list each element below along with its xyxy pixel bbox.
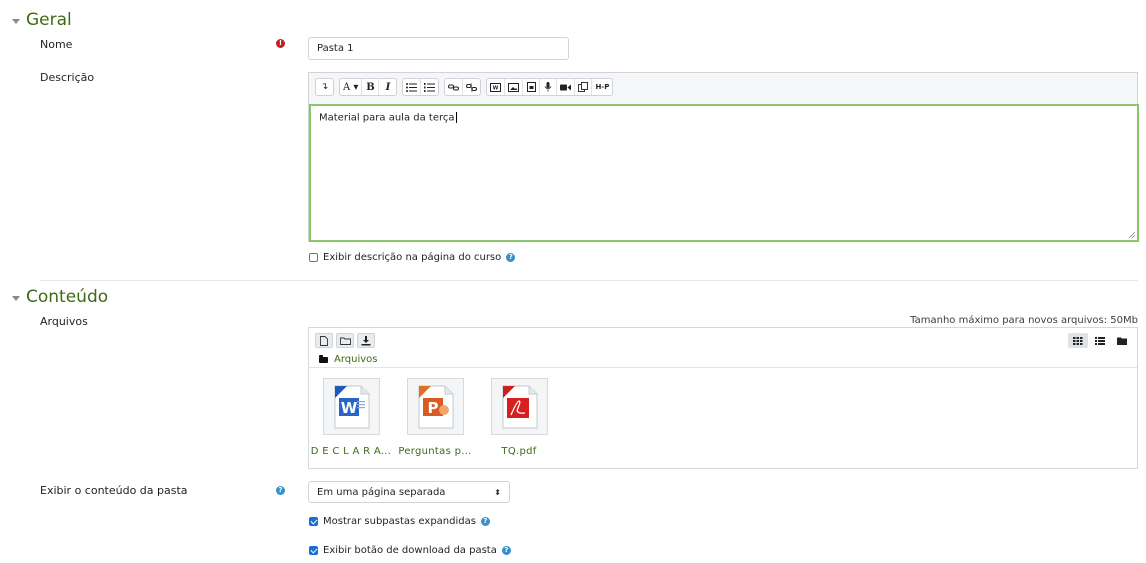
svg-text:W: W	[493, 85, 499, 91]
display-content-label: Exibir o conteúdo da pasta	[40, 484, 188, 497]
list-view-icon	[1095, 336, 1105, 345]
copy-icon[interactable]	[575, 79, 593, 95]
toolbar-group-lists	[402, 78, 440, 96]
grid-view-icon	[1073, 336, 1083, 345]
microphone-icon[interactable]	[540, 79, 558, 95]
download-icon	[361, 335, 371, 345]
video-camera-icon[interactable]	[557, 79, 576, 95]
new-file-icon	[320, 335, 328, 346]
pdf-document-icon	[502, 385, 538, 428]
file-item[interactable]: P Perguntas p...	[393, 378, 477, 457]
folder-icon	[339, 337, 351, 345]
required-icon: !	[276, 39, 285, 48]
description-text: Material para aula da terça	[319, 112, 455, 124]
folder-icon	[319, 354, 328, 363]
file-thumbnail[interactable]	[490, 378, 548, 435]
h5p-icon[interactable]: H-P	[592, 79, 612, 95]
description-textarea[interactable]: Material para aula da terça	[309, 104, 1139, 242]
bullet-list-icon[interactable]	[403, 79, 422, 95]
svg-text:W: W	[341, 399, 358, 417]
collapse-caret-icon[interactable]	[12, 18, 20, 24]
create-folder-button[interactable]	[336, 333, 354, 348]
toolbar-group-links	[444, 78, 482, 96]
file-list: W D E C L A R A... P Perguntas p... TQ.p…	[309, 378, 561, 457]
italic-button[interactable]: I	[379, 79, 396, 95]
expand-subfolders-checkbox-row[interactable]: Mostrar subpastas expandidas ?	[309, 516, 490, 527]
select-arrows-icon: ⬍	[494, 487, 501, 497]
file-name[interactable]: TQ.pdf	[501, 446, 536, 457]
help-icon[interactable]: ?	[480, 517, 490, 526]
toolbar-group-media: W H-P	[486, 78, 614, 96]
help-icon[interactable]: ?	[501, 546, 511, 555]
section-title-geral: Geral	[26, 10, 72, 30]
resize-grip-icon[interactable]	[1127, 230, 1135, 238]
descricao-label: Descrição	[40, 71, 95, 84]
view-tree-button[interactable]	[1112, 333, 1132, 348]
collapse-caret-icon[interactable]	[12, 295, 20, 301]
show-description-checkbox[interactable]	[309, 253, 318, 262]
toolbar-group-style: A ▾ B I	[339, 78, 398, 96]
show-description-label: Exibir descrição na página do curso	[323, 252, 502, 263]
show-download-checkbox[interactable]	[309, 546, 318, 555]
max-file-size-text: Tamanho máximo para novos arquivos: 50Mb	[910, 315, 1138, 326]
image-icon[interactable]	[505, 79, 524, 95]
section-divider	[40, 280, 1138, 281]
media-file-icon[interactable]	[523, 79, 541, 95]
bold-button[interactable]: B	[362, 79, 380, 95]
file-manager-toolbar: Arquivos	[309, 328, 1137, 368]
word-document-icon: W	[334, 385, 370, 428]
view-mode-switcher	[1068, 333, 1132, 348]
file-thumbnail[interactable]: W	[322, 378, 380, 435]
powerpoint-document-icon: P	[418, 385, 454, 428]
expand-subfolders-checkbox[interactable]	[309, 517, 318, 526]
file-name[interactable]: Perguntas p...	[398, 446, 471, 457]
download-all-button[interactable]	[357, 333, 375, 348]
nome-input[interactable]	[308, 37, 569, 60]
file-item[interactable]: TQ.pdf	[477, 378, 561, 457]
expand-subfolders-label: Mostrar subpastas expandidas	[323, 516, 476, 527]
folder-tree-icon	[1117, 337, 1127, 345]
numbered-list-icon[interactable]	[421, 79, 438, 95]
font-style-dropdown-button[interactable]: A ▾	[340, 79, 363, 95]
toolbar-group-collapse: ↴	[315, 78, 334, 96]
show-description-checkbox-row[interactable]: Exibir descrição na página do curso ?	[309, 252, 516, 263]
file-item[interactable]: W D E C L A R A...	[309, 378, 393, 457]
path-root-link[interactable]: Arquivos	[334, 354, 378, 365]
text-cursor	[455, 112, 457, 123]
add-file-button[interactable]	[315, 333, 333, 348]
font-style-label: A	[343, 81, 351, 93]
display-mode-value: Em uma página separada	[317, 486, 446, 498]
show-more-buttons-icon[interactable]: ↴	[316, 79, 333, 95]
file-name[interactable]: D E C L A R A...	[311, 446, 391, 457]
arquivos-label: Arquivos	[40, 315, 88, 328]
file-manager: Arquivos W D E C L A R A... P Perguntas …	[308, 327, 1138, 469]
section-conteudo-header[interactable]: Conteúdo	[12, 287, 108, 307]
editor-toolbar: ↴ A ▾ B I W H-P	[309, 73, 1137, 101]
section-geral-header[interactable]: Geral	[12, 10, 72, 30]
file-thumbnail[interactable]: P	[406, 378, 464, 435]
display-mode-select[interactable]: Em uma página separada ⬍	[308, 481, 510, 503]
file-manager-actions	[315, 333, 375, 348]
word-paste-icon[interactable]: W	[487, 79, 506, 95]
link-icon[interactable]	[445, 79, 464, 95]
nome-label: Nome	[40, 38, 73, 51]
help-icon[interactable]: ?	[276, 486, 285, 495]
section-title-conteudo: Conteúdo	[26, 287, 109, 307]
view-list-button[interactable]	[1090, 333, 1110, 348]
help-icon[interactable]: ?	[506, 253, 516, 262]
show-download-label: Exibir botão de download da pasta	[323, 545, 497, 556]
view-icons-button[interactable]	[1068, 333, 1088, 348]
svg-text:P: P	[428, 399, 439, 417]
file-manager-path: Arquivos	[319, 354, 378, 365]
unlink-icon[interactable]	[463, 79, 480, 95]
description-editor: ↴ A ▾ B I W H-P Material para aula da te…	[308, 72, 1139, 242]
download-button-checkbox-row[interactable]: Exibir botão de download da pasta ?	[309, 545, 511, 556]
